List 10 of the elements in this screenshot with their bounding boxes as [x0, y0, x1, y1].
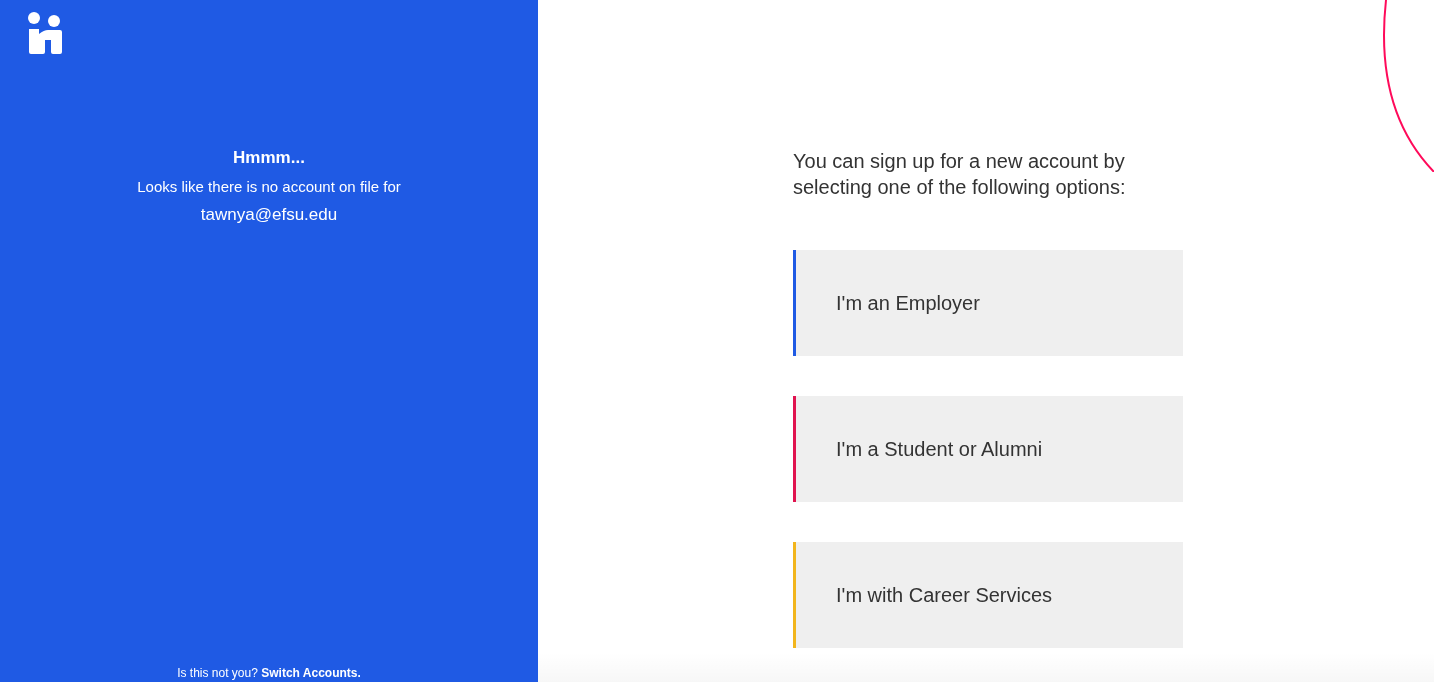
prompt-text: You can sign up for a new account by selecting one of the following options:: [793, 149, 1127, 200]
heading: Hmmm...: [233, 148, 305, 168]
switch-accounts-link[interactable]: Switch Accounts.: [261, 666, 361, 680]
logo-icon: [27, 12, 63, 54]
account-type-option[interactable]: I'm with Career Services: [793, 542, 1183, 648]
account-type-option[interactable]: I'm a Student or Alumni: [793, 396, 1183, 502]
email-text: tawnya@efsu.edu: [200, 205, 338, 225]
message-text: Looks like there is no account on file for: [137, 178, 401, 195]
account-type-option[interactable]: I'm an Employer: [793, 250, 1183, 356]
question-text: Is this not you?: [177, 666, 258, 680]
